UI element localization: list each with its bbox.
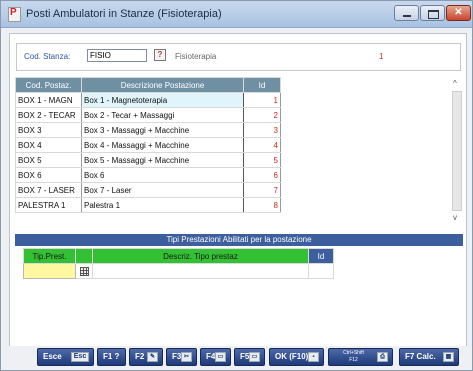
cell-desc[interactable]: Box 1 - Magnetoterapia: [81, 92, 244, 108]
window-icon: ▭: [215, 352, 226, 362]
printer-icon: ⎙: [377, 352, 388, 362]
scroll-down-icon[interactable]: v: [453, 213, 457, 222]
vertical-scrollbar[interactable]: ^ v: [451, 77, 463, 225]
col-header-blank: [75, 248, 93, 264]
cell-id[interactable]: [308, 263, 334, 279]
f1-label: F1 ?: [103, 352, 120, 361]
f1-help-button[interactable]: F1 ?: [97, 348, 126, 366]
table-row[interactable]: [23, 263, 334, 279]
save-icon: ▪: [308, 352, 319, 362]
cell-desc[interactable]: Box 5 - Massaggi + Macchine: [81, 152, 244, 168]
table-row[interactable]: BOX 2 - TECAR Box 2 - Tecar + Massaggi 2: [15, 107, 281, 123]
prestazioni-section-title: Tipi Prestazioni Abilitati per la postaz…: [15, 234, 463, 246]
cell-id[interactable]: 7: [243, 182, 281, 198]
main-window: Posti Ambulatori in Stanze (Fisioterapia…: [0, 0, 473, 371]
tip-prest-input[interactable]: [23, 263, 76, 279]
cell-id[interactable]: 1: [243, 92, 281, 108]
col-header-id[interactable]: Id: [308, 248, 334, 264]
cell-desc[interactable]: Box 4 - Massaggi + Macchine: [81, 137, 244, 153]
table-row[interactable]: BOX 1 - MAGN Box 1 - Magnetoterapia 1: [15, 92, 281, 108]
f7-label: F7 Calc.: [405, 352, 436, 361]
esc-key-icon: Esc: [71, 352, 89, 362]
cell-code[interactable]: PALESTRA 1: [15, 197, 82, 213]
cell-desc[interactable]: Box 3 - Massaggi + Macchine: [81, 122, 244, 138]
pencil-icon: ✎: [147, 352, 158, 362]
table-row[interactable]: BOX 6 Box 6 6: [15, 167, 281, 183]
col-header-tip-prest[interactable]: Tip.Prest.: [23, 248, 76, 264]
stanza-code-input[interactable]: FISIO: [87, 49, 147, 62]
f7-calc-button[interactable]: F7 Calc. ▦: [399, 348, 459, 366]
table-row[interactable]: PALESTRA 1 Palestra 1 8: [15, 197, 281, 213]
f2-edit-button[interactable]: F2 ✎: [129, 348, 163, 366]
table-row[interactable]: BOX 5 Box 5 - Massaggi + Macchine 5: [15, 152, 281, 168]
cell-code[interactable]: BOX 6: [15, 167, 82, 183]
cell-code[interactable]: BOX 1 - MAGN: [15, 92, 82, 108]
prestazioni-grid: Tip.Prest. Descriz. Tipo prestaz Id: [23, 248, 334, 279]
stanza-number: 1: [379, 52, 384, 61]
cell-desc[interactable]: Box 6: [81, 167, 244, 183]
lookup-grid-cell[interactable]: [75, 263, 93, 279]
copy-icon: ▭: [249, 352, 260, 362]
minimize-icon: [403, 15, 411, 17]
grid-lookup-icon[interactable]: [79, 266, 89, 276]
f4-button[interactable]: F4 ▭: [200, 348, 231, 366]
maximize-button[interactable]: [420, 5, 445, 21]
grid-header-row: Tip.Prest. Descriz. Tipo prestaz Id: [23, 248, 334, 264]
table-row[interactable]: BOX 4 Box 4 - Massaggi + Macchine 4: [15, 137, 281, 153]
title-bar: Posti Ambulatori in Stanze (Fisioterapia…: [1, 1, 472, 28]
ok-label: OK (F10): [275, 352, 309, 361]
cell-id[interactable]: 2: [243, 107, 281, 123]
table-row[interactable]: BOX 7 - LASER Box 7 - Laser 7: [15, 182, 281, 198]
cell-desc[interactable]: Box 7 - Laser: [81, 182, 244, 198]
bottom-toolbar: Esce Esc F1 ? F2 ✎ F3 ✂ F4 ▭ F5 ▭ OK (F1…: [1, 346, 472, 370]
f5-label: F5: [240, 352, 250, 361]
cell-descriz[interactable]: [92, 263, 309, 279]
f4-label: F4: [206, 352, 216, 361]
scissors-icon: ✂: [181, 352, 192, 362]
f5-button[interactable]: F5 ▭: [234, 348, 265, 366]
col-header-descriz[interactable]: Descriz. Tipo prestaz: [92, 248, 309, 264]
col-header-desc[interactable]: Descrizione Postazione: [81, 77, 244, 93]
cell-code[interactable]: BOX 4: [15, 137, 82, 153]
cell-desc[interactable]: Box 2 - Tecar + Massaggi: [81, 107, 244, 123]
f3-label: F3: [172, 352, 182, 361]
close-button[interactable]: ✕: [446, 5, 471, 21]
cell-desc[interactable]: Palestra 1: [81, 197, 244, 213]
cell-id[interactable]: 3: [243, 122, 281, 138]
exit-label: Esce: [43, 352, 62, 361]
stanza-panel: Cod. Stanza: FISIO ? Fisioterapia 1: [16, 43, 461, 71]
print-button[interactable]: Ctrl+Shift F12 ⎙: [328, 348, 393, 366]
lookup-icon[interactable]: ?: [154, 49, 166, 61]
col-header-code[interactable]: Cod. Postaz.: [15, 77, 82, 93]
ok-button[interactable]: OK (F10) ▪: [269, 348, 324, 366]
cell-code[interactable]: BOX 3: [15, 122, 82, 138]
f2-label: F2: [135, 352, 145, 361]
col-header-id[interactable]: Id: [243, 77, 281, 93]
stanza-description: Fisioterapia: [175, 52, 217, 61]
f3-cut-button[interactable]: F3 ✂: [166, 348, 197, 366]
scrollbar-thumb[interactable]: [452, 91, 462, 211]
cell-id[interactable]: 5: [243, 152, 281, 168]
exit-button[interactable]: Esce Esc: [37, 348, 94, 366]
calculator-icon: ▦: [443, 352, 454, 362]
table-row[interactable]: BOX 3 Box 3 - Massaggi + Macchine 3: [15, 122, 281, 138]
cell-code[interactable]: BOX 2 - TECAR: [15, 107, 82, 123]
cell-code[interactable]: BOX 5: [15, 152, 82, 168]
maximize-icon: [428, 10, 439, 19]
cell-code[interactable]: BOX 7 - LASER: [15, 182, 82, 198]
window-title: Posti Ambulatori in Stanze (Fisioterapia…: [26, 8, 222, 20]
grid-header-row: Cod. Postaz. Descrizione Postazione Id: [15, 77, 281, 93]
app-icon: [8, 7, 21, 22]
cell-id[interactable]: 6: [243, 167, 281, 183]
scroll-up-icon[interactable]: ^: [453, 79, 457, 88]
minimize-button[interactable]: [394, 5, 419, 21]
cell-id[interactable]: 8: [243, 197, 281, 213]
cell-id[interactable]: 4: [243, 137, 281, 153]
stanza-label: Cod. Stanza:: [24, 52, 71, 61]
postazioni-grid: Cod. Postaz. Descrizione Postazione Id B…: [15, 77, 295, 213]
